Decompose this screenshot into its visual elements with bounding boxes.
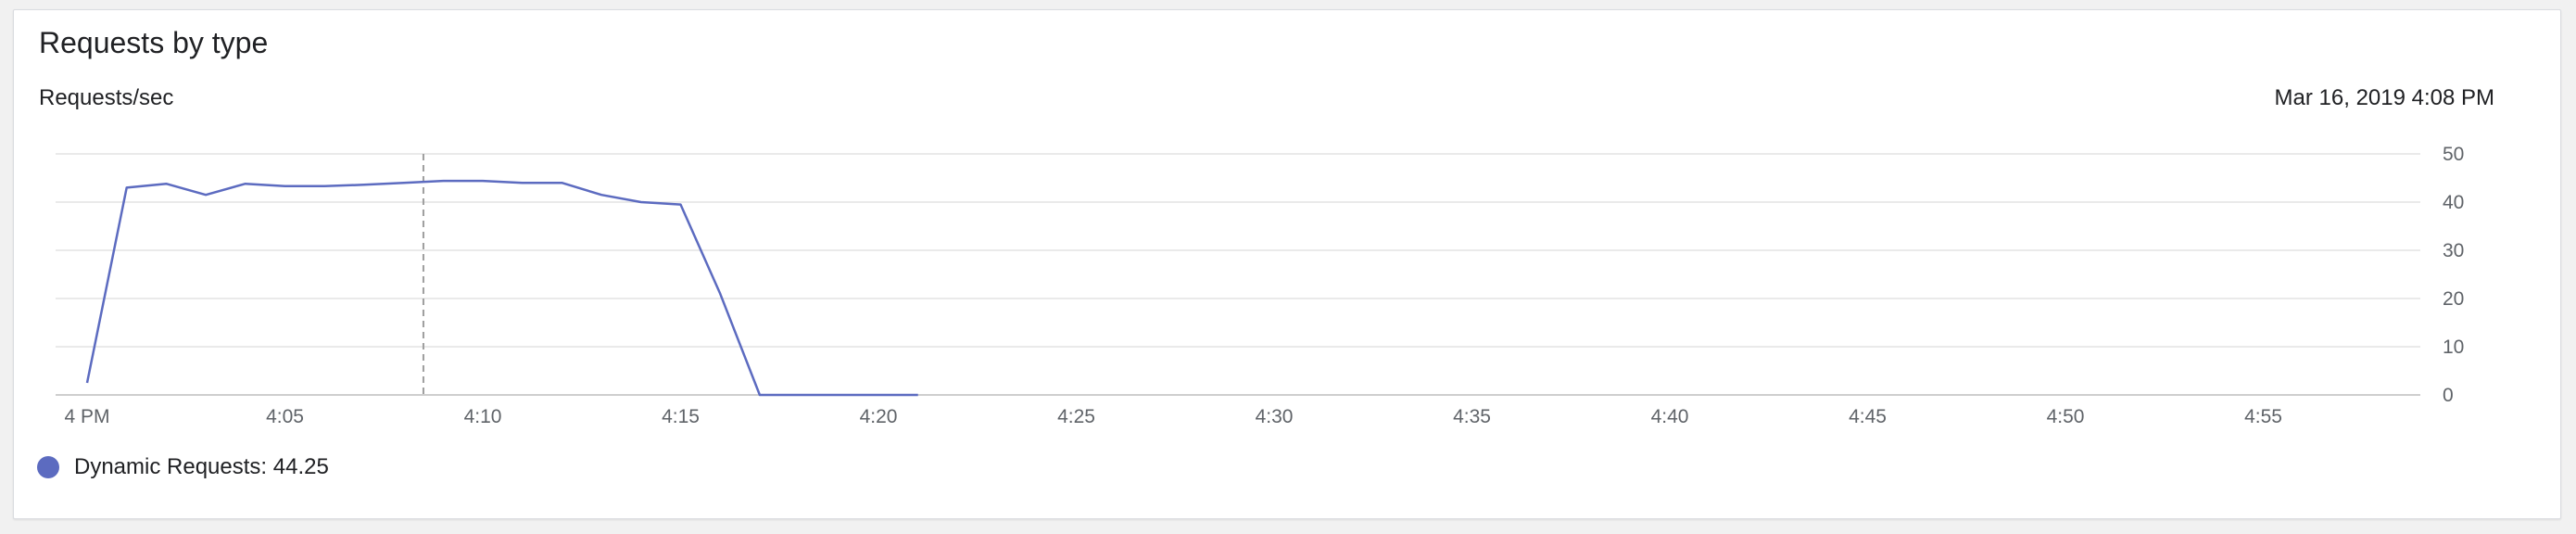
legend[interactable]: Dynamic Requests: 44.25 bbox=[37, 454, 329, 480]
x-tick-label: 4:20 bbox=[860, 406, 898, 427]
x-tick-label: 4:30 bbox=[1256, 406, 1294, 427]
x-tick-label: 4:05 bbox=[266, 406, 304, 427]
x-tick-label: 4:35 bbox=[1453, 406, 1491, 427]
legend-series-label: Dynamic Requests: 44.25 bbox=[74, 454, 329, 479]
y-tick-label: 40 bbox=[2443, 192, 2464, 213]
x-tick-label: 4:15 bbox=[662, 406, 700, 427]
y-tick-label: 50 bbox=[2443, 144, 2464, 165]
y-axis-ticks: 0 10 20 30 40 50 bbox=[2443, 144, 2464, 406]
y-tick-label: 10 bbox=[2443, 337, 2464, 358]
legend-series-dot bbox=[37, 456, 59, 478]
y-tick-label: 0 bbox=[2443, 385, 2454, 406]
x-tick-label: 4:55 bbox=[2244, 406, 2282, 427]
series-lines bbox=[85, 179, 918, 397]
gridlines bbox=[56, 153, 2420, 396]
x-axis-ticks: 4 PM 4:05 4:10 4:15 4:20 4:25 4:30 4:35 4:40 4:45… bbox=[64, 406, 2281, 427]
series-line-dynamic-requests bbox=[85, 179, 918, 397]
x-tick-label: 4:40 bbox=[1651, 406, 1689, 427]
y-tick-label: 30 bbox=[2443, 240, 2464, 261]
x-tick-label: 4:10 bbox=[464, 406, 502, 427]
y-tick-label: 20 bbox=[2443, 288, 2464, 310]
line-chart[interactable]: 4 PM 4:05 4:10 4:15 4:20 4:25 4:30 4:35 4:40 4:45… bbox=[0, 0, 2576, 534]
x-tick-label: 4:50 bbox=[2047, 406, 2085, 427]
x-tick-label: 4 PM bbox=[64, 406, 109, 427]
x-tick-label: 4:25 bbox=[1057, 406, 1095, 427]
x-tick-label: 4:45 bbox=[1849, 406, 1887, 427]
